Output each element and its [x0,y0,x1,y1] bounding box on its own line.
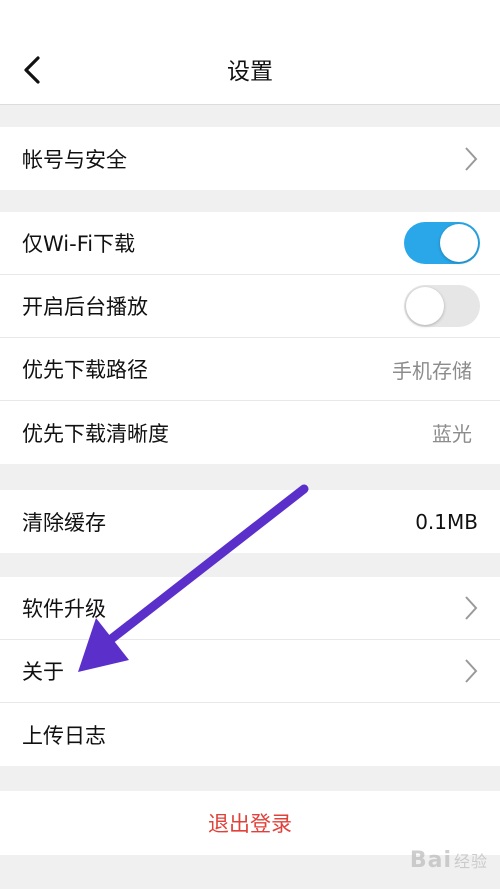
settings-item-label: 仅Wi-Fi下载 [22,232,136,256]
watermark-text: Bai [409,848,452,873]
settings-item-software-update[interactable]: 软件升级 [0,577,500,640]
logout-label: 退出登录 [208,812,292,836]
settings-item-about[interactable]: 关于 [0,640,500,703]
settings-item-label: 软件升级 [22,597,106,621]
toggle-knob [406,287,444,325]
logout-button[interactable]: 退出登录 [0,791,500,855]
settings-item-label: 关于 [22,660,64,684]
watermark-logo: Bai 经验 [410,848,488,873]
settings-item-download-path[interactable]: 优先下载路径 手机存储 [0,338,500,401]
settings-item-wifi-only-download: 仅Wi-Fi下载 [0,212,500,275]
account-section: 帐号与安全 [0,127,500,190]
settings-item-label: 清除缓存 [22,510,106,535]
cache-section: 清除缓存 0.1MB [0,490,500,553]
cache-size-value: 0.1MB [415,509,478,534]
settings-item-label: 帐号与安全 [22,147,127,172]
about-section: 软件升级 关于 上传日志 [0,577,500,766]
settings-item-label: 开启后台播放 [22,295,148,319]
chevron-right-icon [458,145,478,173]
settings-item-account-security[interactable]: 帐号与安全 [0,127,500,190]
settings-item-clear-cache[interactable]: 清除缓存 0.1MB [0,490,500,553]
download-path-value: 手机存储 [392,358,472,383]
background-playback-toggle[interactable] [404,285,480,327]
download-quality-value: 蓝光 [432,422,472,446]
chevron-right-icon [458,657,478,685]
settings-item-download-quality[interactable]: 优先下载清晰度 蓝光 [0,401,500,464]
settings-item-upload-log[interactable]: 上传日志 [0,703,500,766]
page-title: 设置 [227,59,273,85]
chevron-right-icon [458,594,478,622]
wifi-only-toggle[interactable] [404,222,480,264]
settings-item-label: 优先下载路径 [22,358,148,382]
settings-item-background-playback: 开启后台播放 [0,275,500,338]
settings-item-label: 优先下载清晰度 [22,421,169,446]
toggle-knob [440,224,478,262]
watermark-sub: 经验 [453,852,488,871]
download-section: 仅Wi-Fi下载 开启后台播放 优先下载路径 手机存储 优先下载清晰度 蓝光 [0,212,500,464]
top-bar: 设置 [0,0,500,105]
settings-item-label: 上传日志 [22,723,106,748]
